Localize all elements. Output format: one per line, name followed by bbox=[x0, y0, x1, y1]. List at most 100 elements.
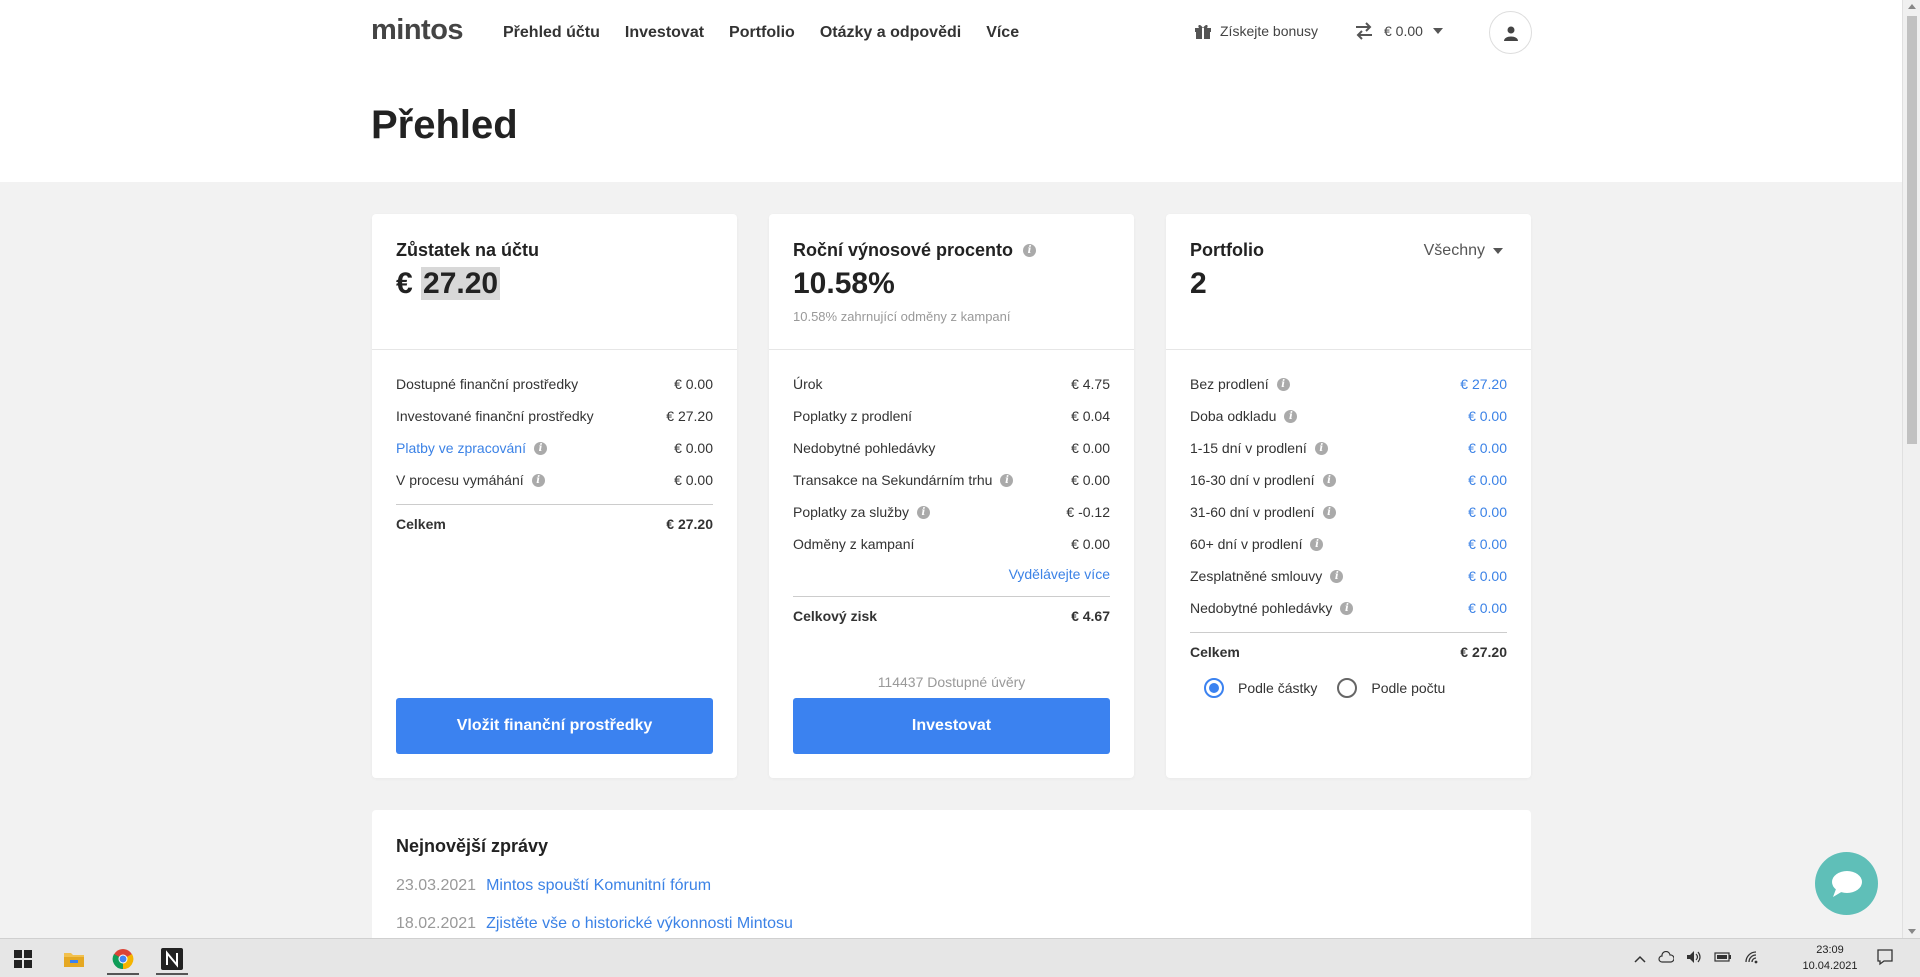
currency-balance-dropdown[interactable]: € 0.00 bbox=[1354, 22, 1443, 40]
system-tray bbox=[1634, 939, 1760, 977]
header-balance: € 0.00 bbox=[1384, 23, 1423, 39]
annual-return-value: 10.58% bbox=[793, 267, 895, 300]
news-item: 23.03.2021 Mintos spouští Komunitní fóru… bbox=[396, 877, 712, 895]
return-row-service-fees: Poplatky za služby i € -0.12 bbox=[793, 504, 1110, 520]
notification-icon bbox=[1877, 949, 1893, 966]
news-link[interactable]: Mintos spouští Komunitní fórum bbox=[486, 877, 711, 895]
main-nav: Přehled účtu Investovat Portfolio Otázky… bbox=[503, 24, 1044, 42]
notification-center-button[interactable] bbox=[1876, 948, 1894, 971]
nav-item-account-overview[interactable]: Přehled účtu bbox=[503, 24, 600, 42]
n-app-icon bbox=[161, 948, 183, 970]
pending-payments-link[interactable]: Platby ve zpracování bbox=[396, 440, 526, 456]
radio-checked-icon bbox=[1204, 678, 1224, 698]
chevron-down-icon bbox=[1432, 28, 1443, 34]
scroll-down-icon[interactable] bbox=[1908, 929, 1916, 934]
portfolio-count: 2 bbox=[1190, 267, 1207, 300]
balance-row-available: Dostupné finanční prostředky € 0.00 bbox=[396, 376, 713, 392]
news-item: 18.02.2021 Zjistěte vše o historické výk… bbox=[396, 915, 793, 933]
balance-row-recovery: V procesu vymáhání i € 0.00 bbox=[396, 472, 713, 488]
chat-button[interactable] bbox=[1815, 852, 1878, 915]
info-icon[interactable]: i bbox=[1276, 377, 1290, 391]
info-icon[interactable]: i bbox=[1322, 505, 1336, 519]
chevron-down-icon bbox=[1493, 248, 1503, 254]
balance-row-pending-payments: Platby ve zpracování i € 0.00 bbox=[396, 440, 713, 456]
battery-icon[interactable] bbox=[1714, 951, 1732, 966]
latest-news-panel: Nejnovější zprávy 23.03.2021 Mintos spou… bbox=[372, 810, 1531, 950]
portfolio-mode-radios: Podle částky Podle počtu bbox=[1190, 670, 1507, 698]
invest-button[interactable]: Investovat bbox=[793, 698, 1110, 754]
portfolio-row-late-1-15: 1-15 dní v prodlení i € 0.00 bbox=[1190, 440, 1507, 456]
info-icon[interactable]: i bbox=[531, 473, 545, 487]
taskbar-clock[interactable]: 23:09 10.04.2021 bbox=[1800, 942, 1860, 974]
gift-icon bbox=[1195, 24, 1211, 39]
chat-bubble-icon bbox=[1831, 870, 1862, 897]
nav-item-invest[interactable]: Investovat bbox=[625, 24, 704, 42]
info-icon[interactable]: i bbox=[1284, 409, 1298, 423]
scroll-thumb[interactable] bbox=[1907, 16, 1917, 444]
deposit-funds-button[interactable]: Vložit finanční prostředky bbox=[396, 698, 713, 754]
bonus-label: Získejte bonusy bbox=[1220, 23, 1319, 39]
taskbar-file-explorer[interactable] bbox=[54, 943, 94, 975]
windows-taskbar: 23:09 10.04.2021 bbox=[0, 938, 1920, 977]
taskbar-app-n[interactable] bbox=[152, 943, 192, 975]
radio-by-count[interactable]: Podle počtu bbox=[1337, 678, 1445, 698]
card-title: Roční výnosové procento i bbox=[793, 240, 1110, 261]
earn-more-link[interactable]: Vydělávejte více bbox=[793, 560, 1110, 588]
return-row-campaign-rewards: Odměny z kampaní € 0.00 bbox=[793, 536, 1110, 552]
radio-by-amount[interactable]: Podle částky bbox=[1204, 678, 1317, 698]
chevron-up-icon[interactable] bbox=[1634, 952, 1646, 966]
wifi-icon[interactable] bbox=[1744, 950, 1760, 967]
info-icon[interactable]: i bbox=[916, 505, 930, 519]
mintos-logo[interactable]: mintos bbox=[371, 14, 464, 47]
speaker-icon[interactable] bbox=[1686, 950, 1702, 967]
portfolio-row-defaulted: Zesplatněné smlouvy i € 0.00 bbox=[1190, 568, 1507, 584]
windows-start-button[interactable] bbox=[3, 943, 43, 975]
info-icon[interactable]: i bbox=[1314, 441, 1328, 455]
info-icon[interactable]: i bbox=[1000, 473, 1014, 487]
info-icon[interactable]: i bbox=[1322, 473, 1336, 487]
nav-item-more[interactable]: Více bbox=[986, 24, 1019, 42]
balance-amount: € 27.20 bbox=[396, 267, 501, 300]
bonus-link[interactable]: Získejte bonusy bbox=[1194, 22, 1318, 40]
balance-row-invested: Investované finanční prostředky € 27.20 bbox=[396, 408, 713, 424]
windows-logo-icon bbox=[14, 950, 32, 968]
return-row-late-fees: Poplatky z prodlení € 0.04 bbox=[793, 408, 1110, 424]
taskbar-chrome[interactable] bbox=[103, 943, 143, 975]
info-icon[interactable]: i bbox=[1310, 537, 1324, 551]
portfolio-card: Portfolio 2 Všechny Bez prodlení i € 27.2… bbox=[1166, 214, 1531, 778]
portfolio-row-late-60-plus: 60+ dní v prodlení i € 0.00 bbox=[1190, 536, 1507, 552]
portfolio-row-late-16-30: 16-30 dní v prodlení i € 0.00 bbox=[1190, 472, 1507, 488]
cloud-icon[interactable] bbox=[1658, 950, 1675, 966]
return-row-bad-debt: Nedobytné pohledávky € 0.00 bbox=[793, 440, 1110, 456]
portfolio-total-row: Celkem € 27.20 bbox=[1190, 632, 1507, 670]
news-link[interactable]: Zjistěte vše o historické výkonnosti Min… bbox=[486, 915, 793, 933]
radio-unchecked-icon bbox=[1337, 678, 1358, 698]
info-icon[interactable]: i bbox=[1340, 601, 1354, 615]
portfolio-filter-dropdown[interactable]: Všechny bbox=[1424, 242, 1503, 260]
portfolio-row-current: Bez prodlení i € 27.20 bbox=[1190, 376, 1507, 392]
chrome-icon bbox=[112, 949, 134, 970]
portfolio-row-late-31-60: 31-60 dní v prodlení i € 0.00 bbox=[1190, 504, 1507, 520]
account-balance-card: Zůstatek na účtu € 27.20 Dostupné finanč… bbox=[372, 214, 737, 778]
info-icon[interactable]: i bbox=[533, 441, 547, 455]
portfolio-row-grace-period: Doba odkladu i € 0.00 bbox=[1190, 408, 1507, 424]
scroll-up-icon[interactable] bbox=[1908, 4, 1916, 9]
total-profit-row: Celkový zisk € 4.67 bbox=[793, 596, 1110, 634]
user-account-button[interactable] bbox=[1489, 11, 1532, 54]
card-title: Zůstatek na účtu bbox=[396, 240, 540, 260]
folder-icon bbox=[64, 953, 84, 967]
transfer-arrows-icon bbox=[1356, 22, 1372, 40]
return-row-secondary-market: Transakce na Sekundárním trhu i € 0.00 bbox=[793, 472, 1110, 488]
balance-total-row: Celkem € 27.20 bbox=[396, 504, 713, 542]
page-scrollbar[interactable] bbox=[1902, 0, 1920, 938]
nav-item-faq[interactable]: Otázky a odpovědi bbox=[820, 24, 961, 42]
info-icon[interactable]: i bbox=[1023, 244, 1037, 257]
news-title: Nejnovější zprávy bbox=[396, 836, 549, 856]
page-title: Přehled bbox=[371, 103, 518, 147]
annual-return-subtext: 10.58% zahrnující odměny z kampaní bbox=[793, 309, 1011, 324]
info-icon[interactable]: i bbox=[1330, 569, 1344, 583]
annual-return-card: Roční výnosové procento i 10.58% 10.58% z… bbox=[769, 214, 1134, 778]
return-row-interest: Úrok € 4.75 bbox=[793, 376, 1110, 392]
nav-item-portfolio[interactable]: Portfolio bbox=[729, 24, 795, 42]
available-loans-count: 114437 Dostupné úvěry bbox=[877, 674, 1026, 690]
